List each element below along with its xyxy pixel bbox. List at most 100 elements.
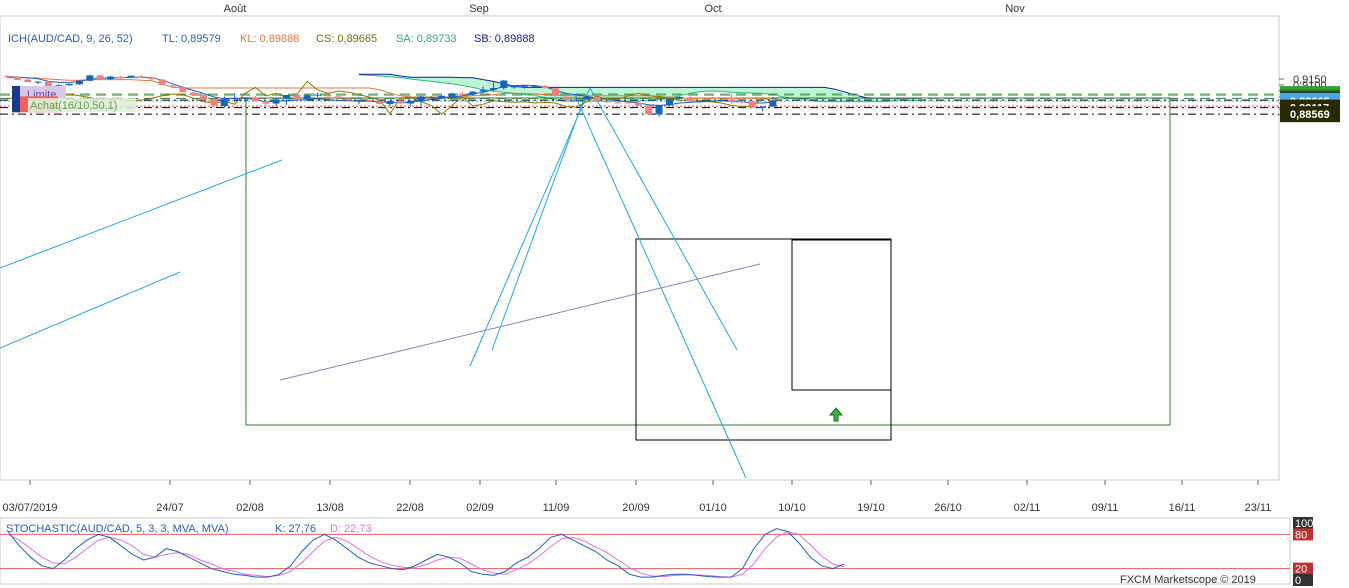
svg-text:0,88569: 0,88569 xyxy=(1290,109,1330,121)
candle-body xyxy=(282,94,290,99)
candle-body xyxy=(34,81,42,83)
candle[interactable] xyxy=(645,104,653,115)
candle-body xyxy=(179,86,187,93)
candle-body xyxy=(210,99,218,106)
x-tick-label: 09/11 xyxy=(1092,502,1119,514)
legend-tl: TL: 0,89579 xyxy=(162,33,221,45)
x-tick-label: 01/10 xyxy=(699,502,727,514)
legend-kl: KL: 0,89888 xyxy=(240,33,299,45)
candle-body xyxy=(707,100,715,102)
candle-body xyxy=(417,96,425,102)
candle-body xyxy=(510,85,518,88)
stochastic-d: D: 22,73 xyxy=(330,523,372,535)
candle-body xyxy=(189,92,197,96)
candle-body xyxy=(479,89,487,92)
candle-body xyxy=(96,75,104,80)
svg-text:0: 0 xyxy=(1295,575,1301,587)
price-tags: 0,902370,898890,897400,896650,891170,885… xyxy=(1280,86,1340,123)
candle-body xyxy=(13,77,21,80)
candle-body xyxy=(158,79,166,85)
candle-body xyxy=(355,100,363,102)
month-label: Sep xyxy=(469,3,489,15)
watermark: FXCM Marketscope © 2019 xyxy=(1120,574,1256,586)
svg-text:80: 80 xyxy=(1295,529,1307,541)
candle-body xyxy=(676,97,684,99)
x-tick-label: 02/09 xyxy=(466,502,494,514)
stochastic-k: K: 27,76 xyxy=(275,523,316,535)
ichimoku-legend: ICH(AUD/CAD, 9, 26, 52) TL: 0,89579 KL: … xyxy=(8,33,535,45)
candle-body xyxy=(75,80,83,85)
candle-body xyxy=(686,97,694,102)
legend-sa: SA: 0,89733 xyxy=(396,33,457,45)
candle-body xyxy=(541,85,549,88)
svg-text:20: 20 xyxy=(1295,564,1307,576)
x-tick-label: 03/07/2019 xyxy=(2,502,57,514)
candle-body xyxy=(86,75,94,81)
x-tick-label: 22/08 xyxy=(396,502,424,514)
x-tick-label: 23/11 xyxy=(1245,502,1272,514)
x-tick-label: 13/08 xyxy=(316,502,344,514)
candle-body xyxy=(272,99,280,104)
svg-text:100: 100 xyxy=(1295,518,1313,530)
legend-sb: SB: 0,89888 xyxy=(474,33,535,45)
candle-body xyxy=(241,97,249,99)
candle-body xyxy=(552,88,560,96)
candle-body xyxy=(583,97,591,100)
candle[interactable] xyxy=(665,98,673,106)
candle-body xyxy=(138,76,146,78)
candle-body xyxy=(303,95,311,99)
candle-body xyxy=(345,98,353,101)
x-tick-label: 02/11 xyxy=(1014,502,1041,514)
candle-body xyxy=(748,101,756,108)
candle-body xyxy=(458,93,466,95)
candle-body xyxy=(645,105,653,115)
candle-body xyxy=(438,95,446,98)
candle-body xyxy=(169,85,177,87)
price-tag: 0,88569 xyxy=(1280,106,1340,123)
stochastic-label: STOCHASTIC(AUD/CAD, 5, 3, 3, MVA, MVA) xyxy=(6,523,228,535)
x-tick-label: 26/10 xyxy=(934,502,962,514)
candle-body xyxy=(107,76,114,79)
legend-ich: ICH(AUD/CAD, 9, 26, 52) xyxy=(8,33,133,45)
candle-body xyxy=(603,100,611,103)
candle-body xyxy=(696,101,704,103)
candle-body xyxy=(521,85,528,87)
candle[interactable] xyxy=(86,74,94,82)
candle-body xyxy=(562,97,570,100)
svg-text:Achat(16/10,50,1): Achat(16/10,50,1) xyxy=(30,100,117,112)
candle-body xyxy=(365,100,373,102)
candle[interactable] xyxy=(75,80,83,85)
candle-body xyxy=(469,91,477,95)
buy-order-label[interactable]: Achat(16/10,50,1) xyxy=(28,98,136,113)
candle-body xyxy=(427,97,435,99)
candle-body xyxy=(127,75,135,78)
candle-body xyxy=(738,101,746,103)
candle-body xyxy=(262,101,270,104)
candle-body xyxy=(572,99,580,101)
main-plot-frame xyxy=(0,15,1280,481)
candle-body xyxy=(531,85,539,87)
candle-body xyxy=(634,103,642,106)
candle[interactable] xyxy=(158,78,166,86)
candle-body xyxy=(386,101,394,104)
candle-body xyxy=(220,99,228,106)
price-chart[interactable]: AoûtSepOctNov 0,91500,91000,90500,90000,… xyxy=(0,0,1349,588)
candle-body xyxy=(3,75,11,77)
candle-body xyxy=(324,94,332,97)
candle-body xyxy=(500,80,508,88)
x-tick-label: 19/10 xyxy=(857,502,885,514)
candle-body xyxy=(717,99,725,101)
candle-body xyxy=(665,98,673,106)
candle[interactable] xyxy=(552,88,560,97)
date-axis: 03/07/2019 24/07 02/08 13/08 22/08 02/09 11/09… xyxy=(2,480,1271,514)
candle-body xyxy=(759,106,767,108)
candle-body xyxy=(293,94,301,99)
x-tick-label: 16/11 xyxy=(1169,502,1196,514)
candle[interactable] xyxy=(748,100,756,109)
candle-body xyxy=(728,99,735,102)
candle-body xyxy=(24,79,32,82)
candle-body xyxy=(231,98,239,100)
x-tick-label: 10/10 xyxy=(778,502,806,514)
candle-body xyxy=(448,93,456,97)
legend-cs: CS: 0,89665 xyxy=(316,33,377,45)
